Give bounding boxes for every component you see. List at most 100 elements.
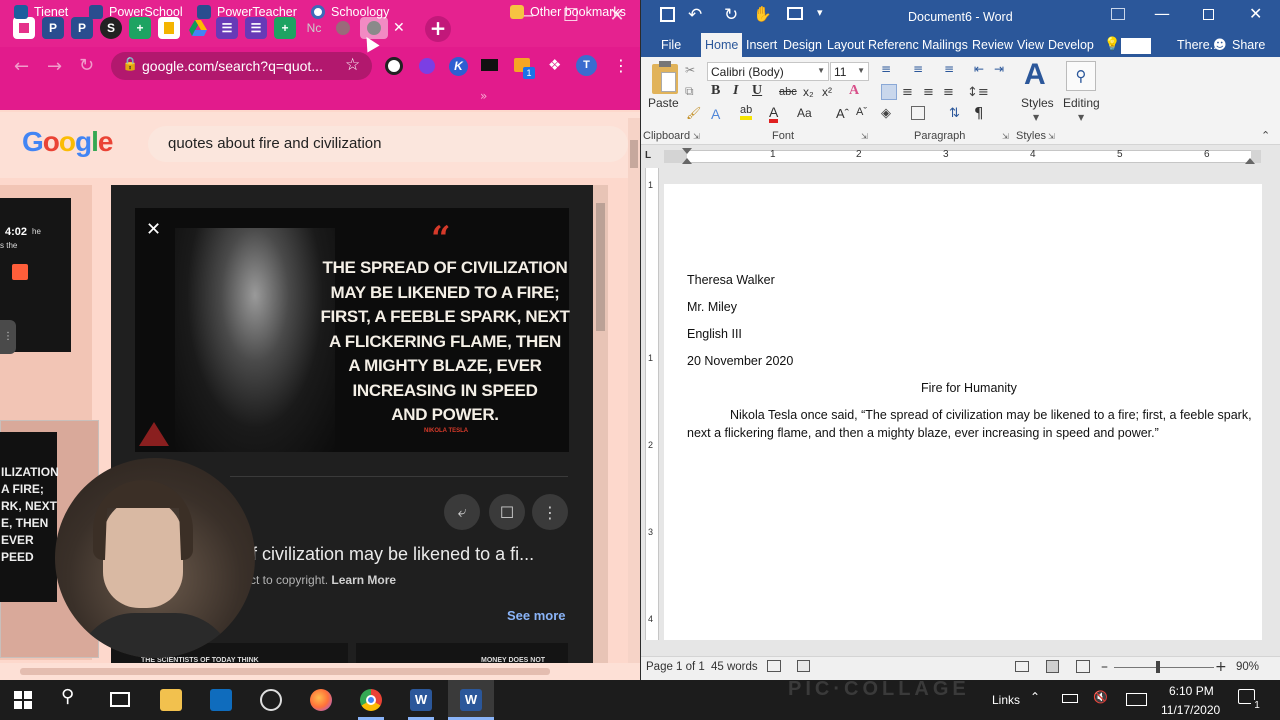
underline-icon[interactable]: U — [752, 83, 762, 99]
align-left-icon[interactable] — [881, 84, 897, 100]
tab-design[interactable]: Design — [783, 38, 822, 52]
borders-icon[interactable] — [911, 106, 925, 120]
indent-marker-icon[interactable] — [682, 148, 692, 154]
drag-handle-icon[interactable]: ⋮ — [0, 320, 16, 354]
tab-layout[interactable]: Layout — [827, 38, 865, 52]
tab-insert[interactable]: Insert — [746, 38, 777, 52]
tab-sheets[interactable]: + — [129, 17, 151, 39]
copy-icon[interactable]: ⧉ — [685, 84, 694, 99]
touch-mode-icon[interactable]: ✋ — [753, 5, 772, 23]
numbering-icon[interactable]: ≡ — [913, 62, 923, 76]
search-icon[interactable]: ⚲ — [61, 686, 74, 707]
more-options-icon[interactable]: ⋮ — [532, 494, 568, 530]
save-bookmark-icon[interactable]: ☐ — [489, 494, 525, 530]
battery-icon[interactable] — [1062, 694, 1078, 703]
volume-muted-icon[interactable]: 🔇 — [1093, 690, 1108, 704]
right-indent-marker-icon[interactable] — [1245, 158, 1255, 164]
doc-paragraph-line-2[interactable]: next a flickering flame, and then a migh… — [687, 426, 1159, 440]
tab-file[interactable]: File — [661, 38, 681, 52]
proofing-icon[interactable] — [767, 660, 781, 672]
line-spacing-icon[interactable]: ↕≡ — [967, 85, 989, 100]
task-view-icon[interactable] — [110, 692, 130, 707]
zoom-slider[interactable] — [1114, 667, 1214, 668]
snipping-tool-icon[interactable] — [260, 689, 282, 711]
bold-icon[interactable]: B — [711, 83, 720, 99]
macro-icon[interactable] — [797, 660, 810, 672]
tab-home[interactable]: Home — [701, 33, 743, 57]
zoom-out-icon[interactable]: – — [1101, 659, 1108, 675]
clipboard-launcher-icon[interactable]: ⇲ — [693, 132, 700, 141]
font-size-dropdown[interactable]: 11 ▼ — [830, 62, 869, 81]
redo-icon[interactable]: ↻ — [724, 5, 738, 25]
forward-icon[interactable]: → — [47, 56, 62, 77]
undo-icon[interactable]: ↶ — [688, 5, 702, 25]
customize-toolbar-icon[interactable]: ▾ — [817, 6, 823, 19]
strikethrough-icon[interactable]: abc — [779, 86, 797, 98]
superscript-icon[interactable]: x² — [822, 85, 832, 99]
puzzle-icon[interactable]: ❖ — [548, 56, 561, 74]
collapse-ribbon-icon[interactable]: ⌃ — [1261, 129, 1270, 142]
tab-doc[interactable] — [158, 17, 180, 39]
web-layout-icon[interactable] — [1076, 660, 1090, 673]
font-color-icon[interactable]: A — [769, 105, 779, 123]
minimize-icon[interactable]: — — [1154, 4, 1170, 23]
doc-title[interactable]: Fire for Humanity — [921, 381, 1017, 395]
tab-references[interactable]: Referenc — [868, 38, 919, 52]
subscript-icon[interactable]: x₂ — [803, 85, 814, 99]
new-tab-button[interactable]: + — [425, 16, 451, 42]
clock-date[interactable]: 11/17/2020 — [1161, 703, 1220, 717]
change-case-icon[interactable]: Aa — [797, 106, 812, 120]
tab-sheets-2[interactable]: + — [274, 17, 296, 39]
highlight-icon[interactable]: ab — [740, 104, 753, 120]
extension-k-icon[interactable]: K — [449, 57, 468, 76]
editing-label[interactable]: Editing — [1063, 96, 1100, 110]
cut-icon[interactable]: ✂ — [685, 63, 695, 77]
doc-line-teacher[interactable]: Mr. Miley — [687, 300, 737, 314]
share-icon[interactable]: ⤶ — [444, 494, 480, 530]
tab-powerteacher[interactable]: P — [71, 17, 93, 39]
align-right-icon[interactable]: ≡ — [923, 85, 934, 100]
clear-formatting-icon[interactable]: A — [849, 83, 859, 99]
zoom-slider-thumb[interactable] — [1156, 661, 1160, 673]
tell-me-icon[interactable]: 💡 — [1104, 37, 1120, 52]
paragraph-launcher-icon[interactable]: ⇲ — [1002, 132, 1009, 141]
tab-developer[interactable]: Develop — [1048, 38, 1094, 52]
print-layout-icon[interactable] — [1046, 660, 1059, 673]
tab-forms-1[interactable]: ☰ — [216, 17, 238, 39]
align-center-icon[interactable]: ≡ — [902, 85, 913, 100]
close-window-icon[interactable]: ✕ — [1249, 4, 1262, 23]
record-stop-icon[interactable] — [12, 264, 28, 280]
firefox-icon[interactable] — [310, 689, 332, 711]
page-count[interactable]: Page 1 of 1 — [646, 661, 705, 673]
learn-more-link[interactable]: Learn More — [331, 573, 396, 587]
tab-forms-2[interactable]: ☰ — [245, 17, 267, 39]
panel-scrollbar[interactable] — [593, 185, 608, 663]
address-bar[interactable]: 🔒 google.com/search?q=quot... — [111, 52, 372, 80]
paste-icon[interactable] — [652, 61, 678, 94]
justify-icon[interactable]: ≡ — [943, 85, 954, 100]
zoom-in-icon[interactable]: + — [1215, 659, 1227, 675]
profile-avatar[interactable]: T — [576, 55, 597, 76]
clock-time[interactable]: 6:10 PM — [1169, 684, 1214, 698]
increase-indent-icon[interactable]: ⇥ — [994, 62, 1004, 76]
ribbon-display-icon[interactable] — [1111, 8, 1125, 20]
search-input[interactable]: quotes about fire and civilization — [148, 126, 628, 162]
close-icon[interactable]: ✕ — [146, 219, 161, 240]
screen-icon[interactable] — [481, 59, 498, 71]
word-count[interactable]: 45 words — [711, 661, 758, 673]
back-icon[interactable]: ← — [14, 56, 29, 77]
grow-font-icon[interactable]: Aˆ — [836, 106, 849, 121]
font-name-dropdown[interactable]: Calibri (Body) ▼ — [707, 62, 829, 81]
styles-launcher-icon[interactable]: ⇲ — [1048, 132, 1055, 141]
bookmark-tienet[interactable]: Tienet — [14, 5, 68, 19]
doc-line-date[interactable]: 20 November 2020 — [687, 354, 793, 368]
decrease-indent-icon[interactable]: ⇤ — [974, 62, 984, 76]
save-icon[interactable] — [660, 7, 675, 22]
read-mode-icon[interactable] — [1015, 661, 1029, 672]
menu-icon[interactable]: ⋮ — [613, 56, 629, 75]
tab-notion[interactable]: Nc — [303, 17, 325, 39]
tab-misc-1[interactable] — [332, 17, 354, 39]
bookmark-star-icon[interactable]: ☆ — [345, 55, 360, 75]
show-hidden-icons-icon[interactable]: ⌃ — [1030, 690, 1040, 704]
related-image[interactable]: ILIZATION A FIRE; RK, NEXT E, THEN EVER PEED — [0, 432, 59, 602]
